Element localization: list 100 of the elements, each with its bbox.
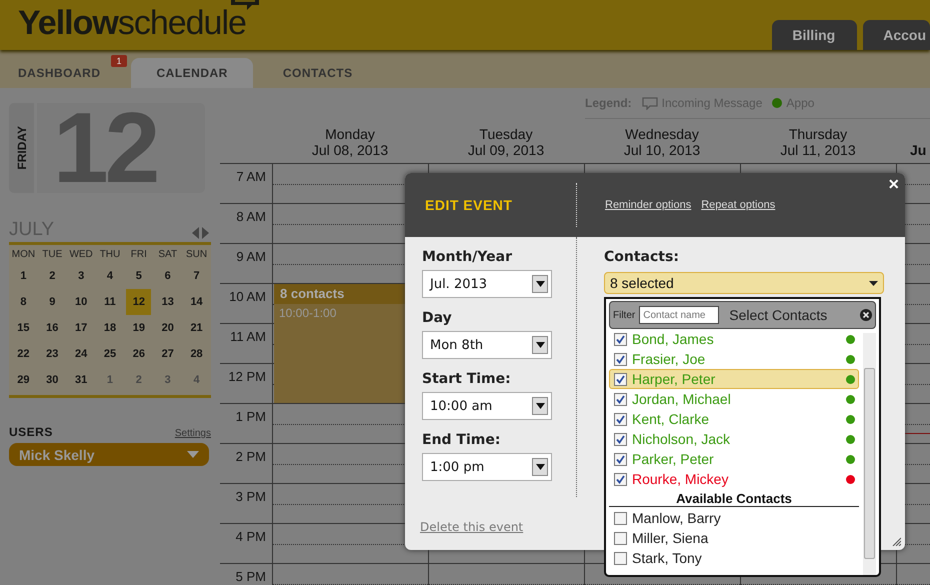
weekday-header: MON	[10, 248, 36, 262]
calendar-day[interactable]: 31	[68, 367, 94, 393]
calendar-day[interactable]: 30	[40, 367, 65, 393]
calendar-day[interactable]: 6	[155, 263, 180, 289]
caret-icon	[869, 280, 878, 286]
contact-row[interactable]: Frasier, Joe	[609, 349, 859, 369]
user-dropdown[interactable]: Mick Skelly	[9, 443, 209, 466]
calendar-day[interactable]: 18	[98, 315, 122, 341]
calendar-day[interactable]: 25	[98, 341, 122, 367]
contact-row[interactable]: Rourke, Mickey	[609, 469, 859, 489]
speech-bubble-icon	[642, 96, 658, 110]
calendar-day[interactable]: 1	[11, 263, 36, 289]
hour-label: 2 PM	[220, 443, 272, 483]
dialog-title: EDIT EVENT	[405, 183, 577, 227]
checkbox[interactable]	[614, 512, 627, 524]
top-tab[interactable]: Accou	[863, 20, 930, 50]
calendar-day[interactable]: 24	[68, 341, 94, 367]
checkbox[interactable]	[614, 412, 627, 426]
filter-label: Filter	[613, 310, 636, 320]
checkbox[interactable]	[614, 332, 627, 346]
calendar-day[interactable]: 22	[11, 341, 36, 367]
calendar-day[interactable]: 9	[40, 289, 65, 315]
calendar-day[interactable]: 11	[98, 289, 122, 315]
options-link[interactable]: Reminder options	[605, 199, 692, 211]
resize-grip-icon[interactable]	[892, 537, 901, 546]
checkbox[interactable]	[614, 532, 627, 544]
settings-link[interactable]: Settings	[174, 428, 211, 439]
weekday-header: THU	[98, 248, 122, 262]
day-header: Ju	[909, 141, 928, 160]
checkbox[interactable]	[614, 472, 627, 486]
picker-title: Select Contacts	[729, 307, 828, 323]
hour-label: 10 AM	[220, 283, 272, 323]
hour-label: 3 PM	[220, 483, 272, 523]
calendar-day[interactable]: 23	[40, 341, 65, 367]
select-field[interactable]: 10:00 am	[422, 392, 552, 420]
weekday-header: SUN	[185, 248, 208, 262]
contact-row[interactable]: Miller, Siena	[609, 528, 859, 548]
delete-link[interactable]: Delete this event	[420, 520, 524, 534]
calendar-day[interactable]: 2	[40, 263, 65, 289]
prev-next-arrows-icon[interactable]	[192, 227, 209, 239]
checkbox[interactable]	[614, 452, 627, 466]
contact-row[interactable]: Parker, Peter	[609, 449, 859, 469]
checkbox[interactable]	[614, 552, 627, 564]
calendar-day[interactable]: 4	[98, 263, 122, 289]
calendar-day[interactable]: 10	[68, 289, 94, 315]
close-icon[interactable]	[860, 309, 872, 321]
hour-label: 1 PM	[220, 403, 272, 443]
calendar-day[interactable]: 3	[68, 263, 94, 289]
close-button[interactable]: ×	[888, 175, 899, 193]
filter-field[interactable]: Contact name	[639, 306, 720, 324]
contact-row[interactable]: Manlow, Barry	[609, 508, 859, 528]
weekday-header: TUE	[41, 248, 64, 262]
select-field[interactable]: 1:00 pm	[422, 453, 552, 481]
contact-row[interactable]: Kent, Clarke	[609, 409, 859, 429]
checkbox[interactable]	[614, 432, 627, 446]
scrollbar[interactable]	[863, 333, 876, 575]
calendar-day[interactable]: 21	[184, 315, 209, 341]
calendar-day[interactable]: 19	[126, 315, 152, 341]
hour-label: 9 AM	[220, 243, 272, 283]
calendar-day[interactable]: 8	[11, 289, 36, 315]
select-field[interactable]: Jul. 2013	[422, 270, 552, 298]
users-heading: USERS	[9, 425, 53, 439]
calendar-day[interactable]: 14	[184, 289, 209, 315]
field-label: End Time:	[422, 432, 502, 449]
contact-row[interactable]: Bond, James	[609, 329, 859, 349]
calendar-day[interactable]: 27	[155, 341, 180, 367]
contact-row[interactable]: Nicholson, Jack	[609, 429, 859, 449]
nav-tab[interactable]: CALENDAR	[130, 58, 253, 88]
contact-row[interactable]: Jordan, Michael	[609, 389, 859, 409]
checkbox[interactable]	[614, 392, 627, 406]
calendar-day[interactable]: 15	[11, 315, 36, 341]
calendar-day[interactable]: 13	[155, 289, 180, 315]
calendar-day[interactable]: 17	[68, 315, 94, 341]
calendar-day[interactable]: 7	[184, 263, 209, 289]
hour-label: 4 PM	[220, 523, 272, 563]
hour-label: 7 AM	[220, 163, 272, 203]
calendar-day[interactable]: 26	[126, 341, 152, 367]
hour-label: 5 PM	[220, 563, 272, 585]
status-dot	[772, 98, 782, 108]
contacts-dropdown[interactable]: 8 selected	[604, 272, 884, 294]
calendar-day[interactable]: 20	[155, 315, 180, 341]
calendar-day[interactable]: 12	[126, 289, 152, 315]
notification-badge: 1	[111, 55, 126, 67]
calendar-day[interactable]: 16	[40, 315, 65, 341]
nav-tab[interactable]: CONTACTS	[264, 58, 371, 88]
day-header: Tuesday Jul 09, 2013	[466, 125, 546, 160]
calendar-day[interactable]: 29	[11, 367, 36, 393]
field-label: Month/Year	[422, 249, 513, 266]
calendar-day[interactable]: 5	[126, 263, 152, 289]
day-header: Thursday Jul 11, 2013	[779, 125, 857, 160]
contact-row[interactable]: Stark, Tony	[609, 548, 859, 568]
top-tab[interactable]: Billing	[772, 20, 858, 50]
calendar-day[interactable]: 28	[184, 341, 209, 367]
options-link[interactable]: Repeat options	[701, 199, 776, 211]
contact-row[interactable]: Harper, Peter	[609, 369, 859, 389]
select-field[interactable]: Mon 8th	[422, 331, 552, 359]
caret-icon	[187, 451, 199, 458]
checkbox[interactable]	[614, 372, 627, 386]
checkbox[interactable]	[614, 352, 627, 366]
hour-label: 12 PM	[220, 363, 272, 403]
